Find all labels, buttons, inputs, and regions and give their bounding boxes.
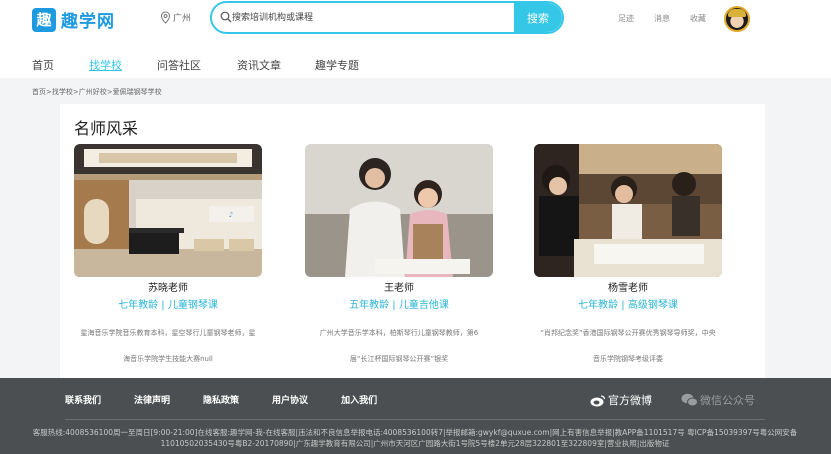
svg-text:♪: ♪ <box>229 211 233 219</box>
site-footer: 联系我们 法律声明 隐私政策 用户协议 加入我们 官方微博 微信公众号 客服热线… <box>0 378 831 454</box>
search-input[interactable] <box>232 3 522 32</box>
teacher-desc: 广州大学音乐学本科，柏斯琴行儿童钢琴教师，第6届“长江杯国际钢琴公开赛”银奖 <box>319 329 479 363</box>
location-label: 广州 <box>173 14 192 24</box>
search-button[interactable]: 搜索 <box>514 3 562 32</box>
footer-divider <box>65 419 765 420</box>
messages-link[interactable]: 消息 <box>654 13 670 24</box>
teacher-card[interactable]: ♪ 苏晓老师 七年教龄 | 儿童钢琴课 星海音乐学院音乐教育本科，星空琴行儿童钢… <box>74 144 262 372</box>
location-selector[interactable]: 广州 <box>160 11 191 24</box>
footer-info: 客服热线:4008536100周一至周日[9:00-21:00]在线客服:趣学网… <box>32 428 798 448</box>
footprint-link[interactable]: 足迹 <box>618 13 634 24</box>
teacher-tags: 五年教龄 | 儿童吉他课 <box>349 300 449 311</box>
site-logo[interactable]: 趣 趣学网 <box>32 7 115 32</box>
nav-topics[interactable]: 趣学专题 <box>315 57 359 73</box>
teacher-desc: 星海音乐学院音乐教育本科，星空琴行儿童钢琴老师，星海音乐学院学生技能大赛null <box>80 329 256 363</box>
teacher-tags: 七年教龄 | 高级钢琴课 <box>578 300 678 311</box>
teacher-name: 苏晓老师 <box>148 283 188 294</box>
logo-text: 趣学网 <box>61 12 115 32</box>
teacher-name: 王老师 <box>384 283 414 294</box>
wechat-link[interactable]: 微信公众号 <box>681 392 755 408</box>
search-icon <box>220 11 232 23</box>
teacher-photo <box>305 144 493 277</box>
map-pin-icon <box>160 11 171 24</box>
weibo-label: 官方微博 <box>608 394 652 407</box>
teacher-photo <box>534 144 722 277</box>
wechat-label: 微信公众号 <box>700 394 755 407</box>
main-nav: 首页 找学校 问答社区 资讯文章 趣学专题 <box>0 55 831 77</box>
logo-icon: 趣 <box>32 7 56 32</box>
footer-legal-link[interactable]: 法律声明 <box>134 393 170 406</box>
nav-qa[interactable]: 问答社区 <box>157 57 201 73</box>
avatar[interactable] <box>724 6 750 32</box>
footer-contact-link[interactable]: 联系我们 <box>65 393 101 406</box>
teachers-section: 名师风采 ♪ 苏晓老师 七年教龄 | 儿童钢琴课 星海音乐学院音乐教育本科，星空… <box>60 104 765 378</box>
header-links: 足迹 消息 收藏 <box>618 13 726 24</box>
nav-home[interactable]: 首页 <box>32 57 54 73</box>
footer-privacy-link[interactable]: 隐私政策 <box>203 393 239 406</box>
footer-links: 联系我们 法律声明 隐私政策 用户协议 加入我们 <box>65 393 410 406</box>
nav-articles[interactable]: 资讯文章 <box>237 57 281 73</box>
search-bar: 搜索 <box>210 1 564 34</box>
teacher-desc: “肖邦纪念奖”香港国际钢琴公开赛优秀钢琴导师奖，中央音乐学院钢琴考级评委 <box>540 329 716 363</box>
teacher-tags: 七年教龄 | 儿童钢琴课 <box>118 300 218 311</box>
breadcrumb[interactable]: 首页>找学校>广州好校>爱佩瑞钢琴学校 <box>32 87 162 97</box>
teacher-photo: ♪ <box>74 144 262 277</box>
teacher-name: 杨雪老师 <box>608 283 648 294</box>
footer-join-link[interactable]: 加入我们 <box>341 393 377 406</box>
site-header: 趣 趣学网 广州 搜索 足迹 消息 收藏 首页 找学校 问答社区 资讯文章 趣学… <box>0 0 831 78</box>
teacher-card[interactable]: 王老师 五年教龄 | 儿童吉他课 广州大学音乐学本科，柏斯琴行儿童钢琴教师，第6… <box>305 144 493 372</box>
teacher-card[interactable]: 杨雪老师 七年教龄 | 高级钢琴课 “肖邦纪念奖”香港国际钢琴公开赛优秀钢琴导师… <box>534 144 722 372</box>
wechat-icon <box>681 393 698 407</box>
nav-find-school[interactable]: 找学校 <box>89 57 122 73</box>
footer-terms-link[interactable]: 用户协议 <box>272 393 308 406</box>
weibo-icon <box>590 394 606 406</box>
favorites-link[interactable]: 收藏 <box>690 13 706 24</box>
section-title: 名师风采 <box>74 119 139 138</box>
weibo-link[interactable]: 官方微博 <box>590 392 652 408</box>
